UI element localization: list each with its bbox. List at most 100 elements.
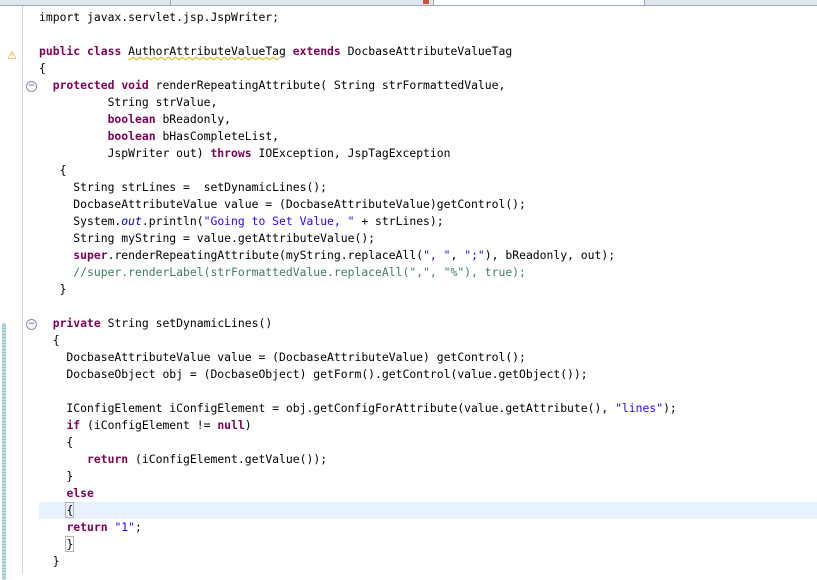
- collapse-fold-icon[interactable]: −: [26, 81, 37, 92]
- code-token: DocbaseObject obj = (DocbaseObject) getF…: [39, 367, 588, 381]
- code-token: throws: [210, 146, 252, 160]
- code-token: String setDynamicLines(): [100, 316, 273, 330]
- code-token: }: [65, 536, 75, 552]
- collapse-fold-icon[interactable]: −: [26, 319, 37, 330]
- code-line[interactable]: {: [39, 434, 817, 451]
- code-token: }: [39, 469, 74, 483]
- code-line[interactable]: public class AuthorAttributeValueTag ext…: [39, 43, 817, 60]
- code-line[interactable]: [39, 383, 817, 400]
- code-token: ): [244, 418, 252, 432]
- code-token: .println(: [141, 214, 204, 228]
- code-line[interactable]: }: [39, 468, 817, 485]
- code-line[interactable]: [39, 298, 817, 315]
- code-line[interactable]: IConfigElement iConfigElement = obj.getC…: [39, 400, 817, 417]
- code-line[interactable]: DocbaseAttributeValue value = (DocbaseAt…: [39, 349, 817, 366]
- code-line[interactable]: {: [39, 502, 817, 519]
- code-line[interactable]: return (iConfigElement.getValue());: [39, 451, 817, 468]
- code-line[interactable]: [39, 26, 817, 43]
- warning-bulb-icon[interactable]: ⚠: [7, 50, 19, 62]
- code-token: AuthorAttributeValueTag: [128, 44, 286, 58]
- code-token: return: [87, 452, 129, 466]
- code-token: void: [121, 78, 149, 92]
- code-token: }: [39, 554, 60, 568]
- code-token: DocbaseAttributeValue value = (DocbaseAt…: [39, 197, 526, 211]
- code-token: ";": [464, 248, 485, 262]
- code-token: if: [66, 418, 81, 432]
- code-line[interactable]: {: [39, 332, 817, 349]
- code-line[interactable]: boolean bReadonly,: [39, 111, 817, 128]
- code-line[interactable]: }: [39, 553, 817, 570]
- code-line[interactable]: {: [39, 162, 817, 179]
- code-line[interactable]: return "1";: [39, 519, 817, 536]
- code-token: + strLines);: [354, 214, 444, 228]
- editor-tab[interactable]: [0, 0, 171, 5]
- code-line[interactable]: super.renderRepeatingAttribute(myString.…: [39, 247, 817, 264]
- code-token: extends: [292, 44, 341, 58]
- code-line[interactable]: JspWriter out) throws IOException, JspTa…: [39, 145, 817, 162]
- code-token: {: [39, 163, 67, 177]
- editor-gutter: ⚠: [0, 6, 23, 580]
- code-line[interactable]: boolean bHasCompleteList,: [39, 128, 817, 145]
- editor-tab-active[interactable]: [434, 0, 645, 5]
- code-token: bHasCompleteList,: [155, 129, 280, 143]
- code-token: //super.renderLabel(strFormattedValue.re…: [39, 265, 526, 279]
- code-token: boolean: [107, 129, 156, 143]
- code-token: ), bReadonly, out);: [484, 248, 616, 262]
- code-token: renderRepeatingAttribute( String strForm…: [148, 78, 506, 92]
- code-token: IOException, JspTagException: [251, 146, 451, 160]
- code-token: String myString = value.getAttributeValu…: [39, 231, 376, 245]
- code-token: boolean: [107, 112, 156, 126]
- code-token: (iConfigElement !=: [80, 418, 218, 432]
- java-code-editor[interactable]: import javax.servlet.jsp.JspWriter; publi…: [39, 9, 817, 574]
- code-token: null: [217, 418, 245, 432]
- close-tab-icon[interactable]: [423, 0, 429, 4]
- code-line[interactable]: String myString = value.getAttributeValu…: [39, 230, 817, 247]
- code-token: protected: [52, 78, 115, 92]
- code-line[interactable]: private String setDynamicLines(): [39, 315, 817, 332]
- quick-diff-change-bar: [2, 323, 6, 580]
- code-line[interactable]: DocbaseAttributeValue value = (DocbaseAt…: [39, 196, 817, 213]
- code-token: public: [39, 44, 81, 58]
- code-token: IConfigElement iConfigElement = obj.getC…: [39, 401, 616, 415]
- editor-tab[interactable]: [171, 0, 434, 5]
- code-token: private: [52, 316, 101, 330]
- code-line[interactable]: import javax.servlet.jsp.JspWriter;: [39, 9, 817, 26]
- code-line[interactable]: protected void renderRepeatingAttribute(…: [39, 77, 817, 94]
- code-token: {: [39, 333, 60, 347]
- editor-tab[interactable]: [645, 0, 817, 5]
- code-line[interactable]: String strValue,: [39, 94, 817, 111]
- code-line[interactable]: if (iConfigElement != null): [39, 417, 817, 434]
- code-token: System.: [39, 214, 122, 228]
- code-token: ", ": [423, 248, 451, 262]
- code-line[interactable]: else: [39, 485, 817, 502]
- code-token: import javax.servlet.jsp.JspWriter;: [39, 10, 280, 24]
- code-line[interactable]: DocbaseObject obj = (DocbaseObject) getF…: [39, 366, 817, 383]
- code-line[interactable]: }: [39, 281, 817, 298]
- code-token: DocbaseAttributeValue value = (DocbaseAt…: [39, 350, 526, 364]
- code-token: String strLines = setDynamicLines();: [39, 180, 328, 194]
- code-token: .renderRepeatingAttribute(myString.repla…: [107, 248, 424, 262]
- code-line[interactable]: }: [39, 536, 817, 553]
- editor-tab-bar: [0, 0, 817, 6]
- code-line[interactable]: System.out.println("Going to Set Value, …: [39, 213, 817, 230]
- code-token: {: [39, 435, 74, 449]
- code-token: "1": [114, 520, 136, 534]
- code-token: {: [39, 61, 46, 75]
- code-token: String strValue,: [39, 95, 218, 109]
- code-line[interactable]: {: [39, 60, 817, 77]
- text-caret: [73, 502, 75, 516]
- code-line[interactable]: String strLines = setDynamicLines();: [39, 179, 817, 196]
- code-token: );: [663, 401, 677, 415]
- code-token: {: [65, 502, 75, 518]
- code-line[interactable]: //super.renderLabel(strFormattedValue.re…: [39, 264, 817, 281]
